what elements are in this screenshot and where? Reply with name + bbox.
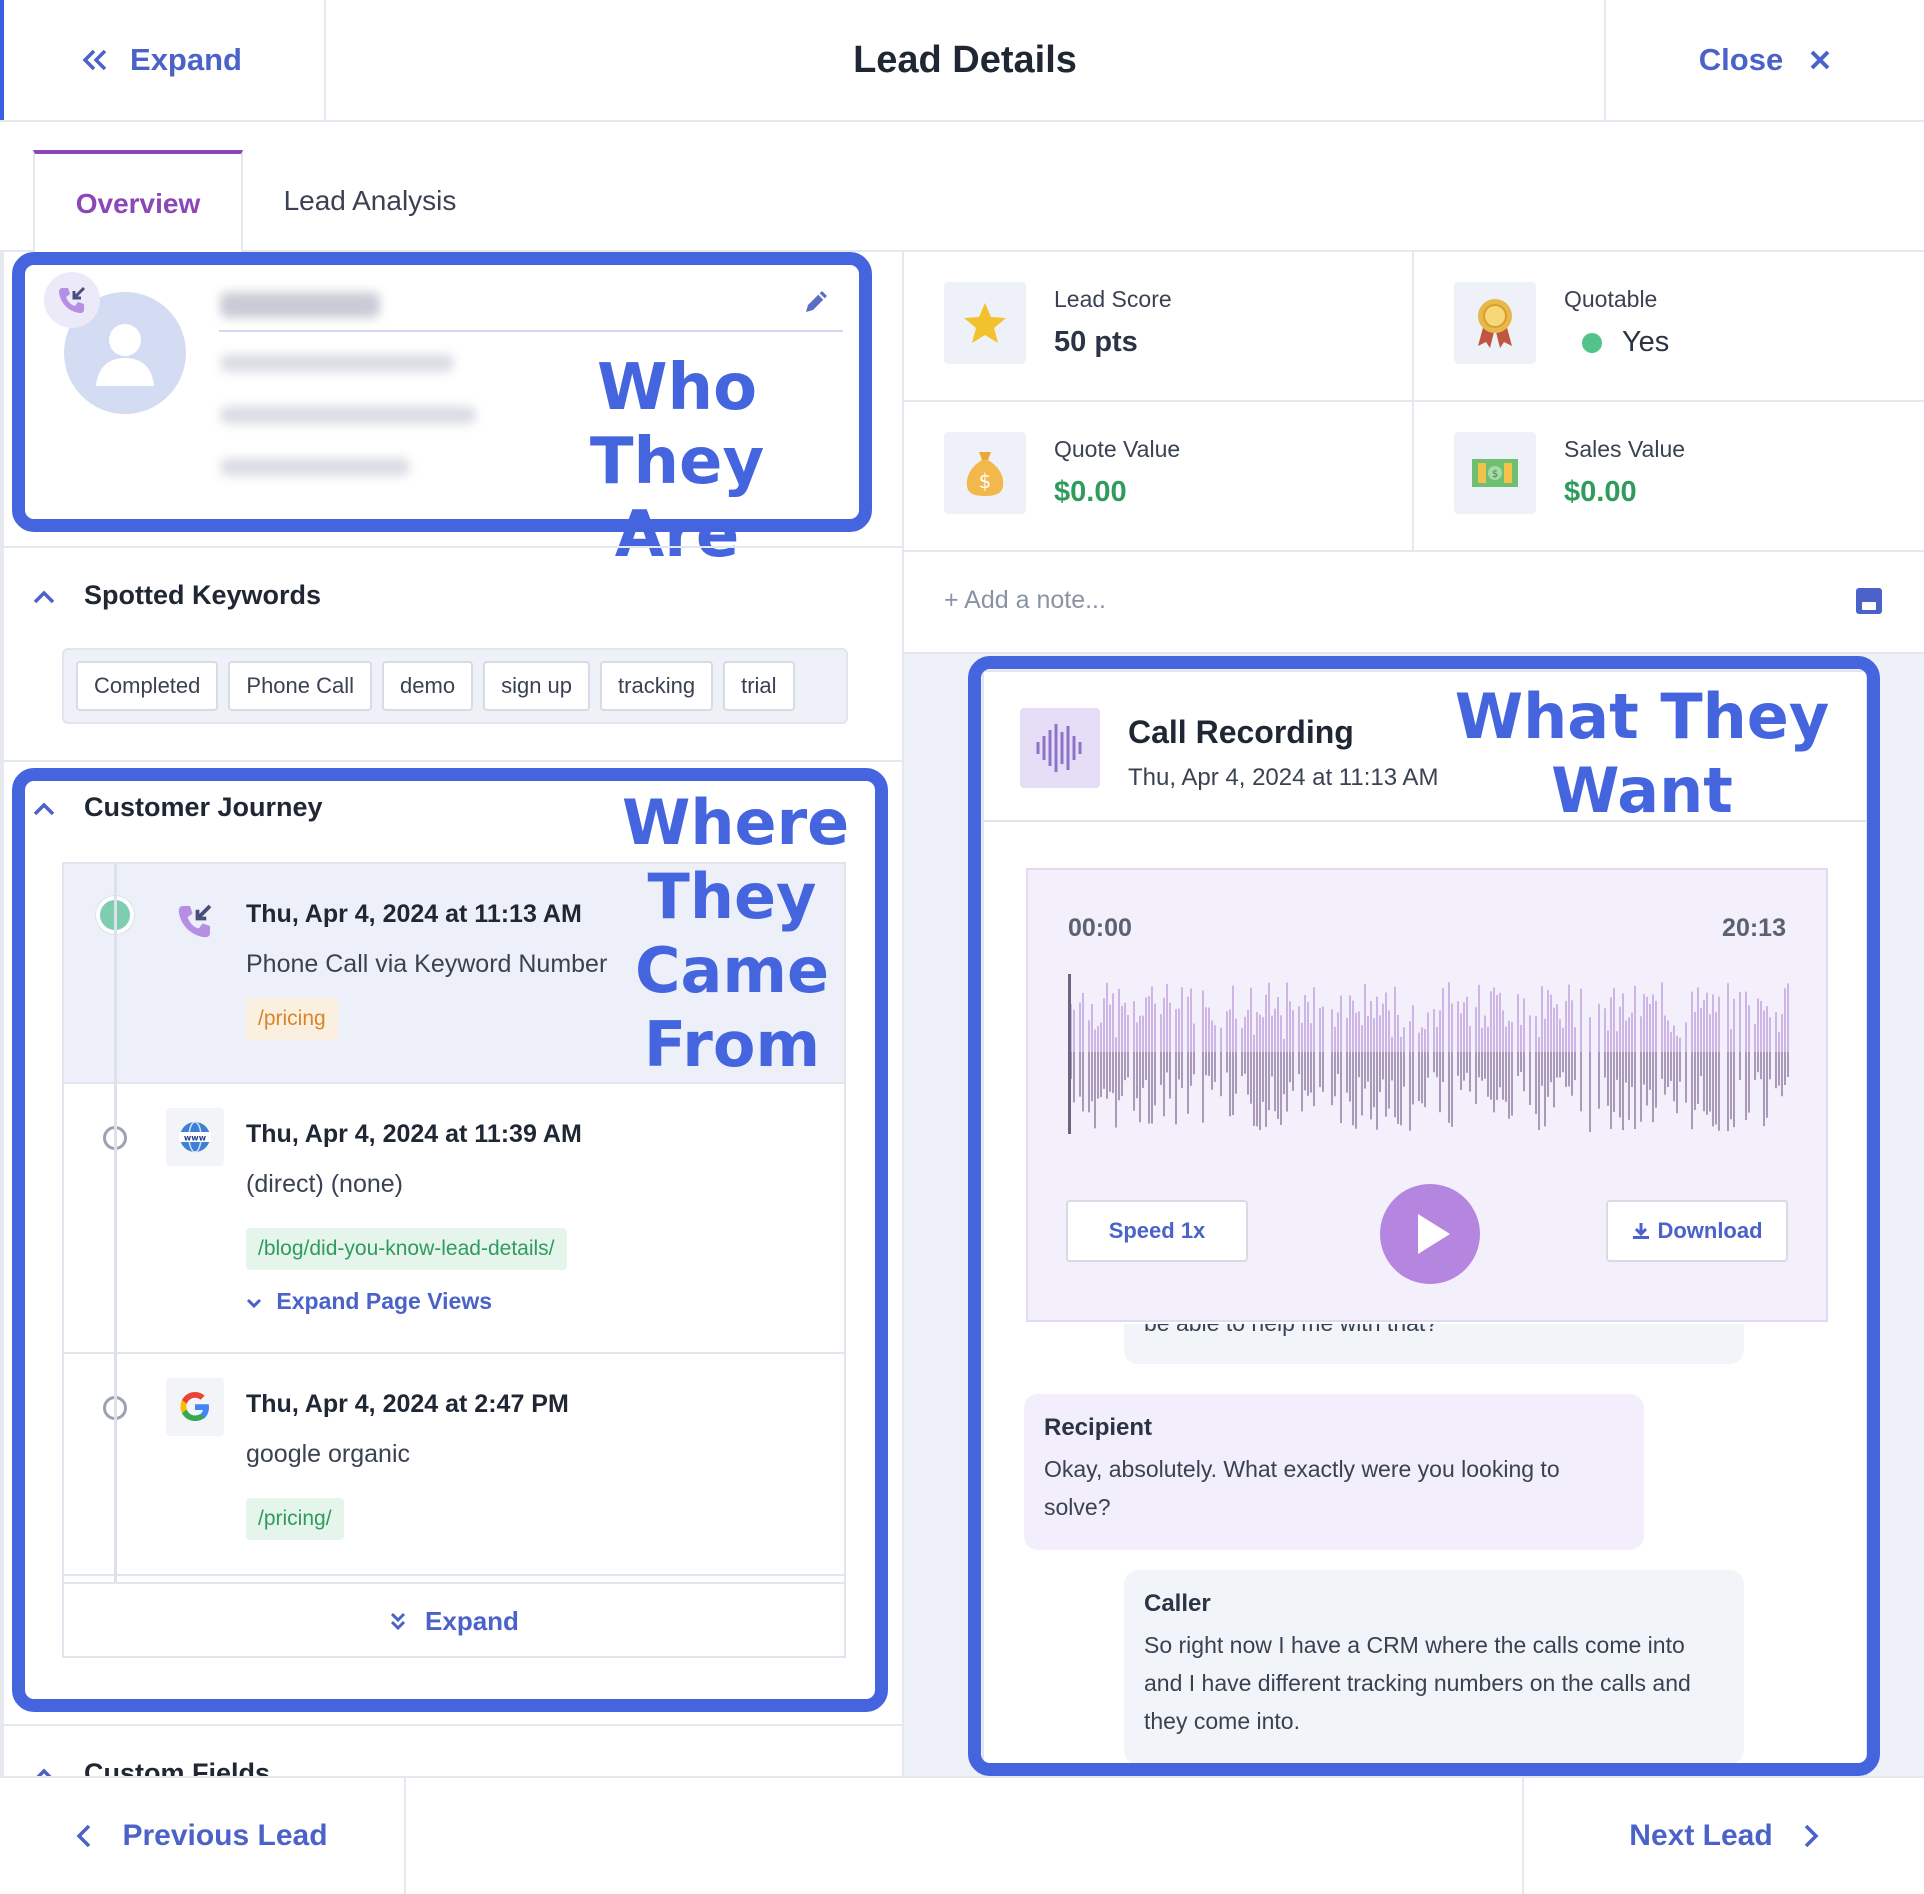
annotation-what-they-want: What They Want bbox=[1452, 680, 1832, 828]
spotted-keywords-title: Spotted Keywords bbox=[84, 580, 322, 610]
save-icon[interactable] bbox=[1856, 588, 1882, 614]
stat-value: $0.00 bbox=[1564, 476, 1637, 508]
chevron-up-icon bbox=[30, 1758, 58, 1776]
keyword-chip[interactable]: tracking bbox=[600, 661, 714, 711]
right-panel: Lead Score 50 pts Quotable Yes $ Quote V… bbox=[904, 252, 1924, 1776]
svg-text:$: $ bbox=[1492, 469, 1498, 480]
stat-value: $0.00 bbox=[1054, 476, 1127, 508]
next-lead-button[interactable]: Next Lead bbox=[1522, 1778, 1924, 1894]
tab-overview[interactable]: Overview bbox=[33, 150, 243, 254]
annotation-line: Want bbox=[1551, 754, 1733, 827]
star-icon bbox=[944, 282, 1026, 364]
stat-value-wrap: Yes bbox=[1582, 326, 1669, 359]
edge-divider bbox=[0, 252, 4, 1776]
double-chevron-left-icon bbox=[82, 49, 107, 71]
left-panel: Who They Are Spotted Keywords Completed … bbox=[0, 252, 904, 1776]
cash-icon: $ bbox=[1454, 432, 1536, 514]
chevron-right-icon bbox=[1804, 1824, 1819, 1848]
lead-stats: Lead Score 50 pts Quotable Yes $ Quote V… bbox=[904, 252, 1924, 552]
previous-lead-button[interactable]: Previous Lead bbox=[0, 1778, 406, 1894]
keyword-chip[interactable]: trial bbox=[723, 661, 795, 711]
stat-quotable[interactable]: Quotable Yes bbox=[1414, 252, 1924, 402]
stat-lead-score: Lead Score 50 pts bbox=[904, 252, 1414, 402]
keyword-chip[interactable]: Completed bbox=[76, 661, 219, 711]
close-icon bbox=[1810, 50, 1830, 70]
stat-quote-value: $ Quote Value $0.00 bbox=[904, 402, 1414, 552]
svg-text:$: $ bbox=[979, 469, 992, 493]
custom-fields-header[interactable]: Custom Fields bbox=[30, 1758, 270, 1776]
keyword-chip[interactable]: Phone Call bbox=[228, 661, 373, 711]
section-divider bbox=[0, 1724, 902, 1726]
next-lead-label: Next Lead bbox=[1629, 1819, 1773, 1852]
stat-label: Quote Value bbox=[1054, 436, 1181, 462]
annotation-line: From bbox=[643, 1008, 821, 1081]
header: Expand Lead Details Close bbox=[0, 0, 1924, 122]
footer-nav: Previous Lead Next Lead bbox=[0, 1776, 1924, 1894]
chevron-up-icon bbox=[30, 580, 58, 611]
stat-label: Quotable bbox=[1564, 286, 1658, 312]
section-divider bbox=[0, 546, 902, 548]
stat-sales-value: $ Sales Value $0.00 bbox=[1414, 402, 1924, 552]
stat-value: 50 pts bbox=[1054, 326, 1138, 358]
keyword-chip[interactable]: demo bbox=[382, 661, 474, 711]
keyword-list: Completed Phone Call demo sign up tracki… bbox=[62, 648, 848, 724]
previous-lead-label: Previous Lead bbox=[122, 1819, 328, 1852]
tab-lead-analysis[interactable]: Lead Analysis bbox=[260, 150, 480, 252]
annotation-line: Came bbox=[635, 934, 829, 1007]
close-label: Close bbox=[1698, 42, 1784, 77]
expand-label: Expand bbox=[130, 42, 242, 77]
money-bag-icon: $ bbox=[944, 432, 1026, 514]
annotation-line: Where bbox=[622, 786, 850, 859]
chevron-left-icon bbox=[76, 1824, 91, 1848]
quotable-value: Yes bbox=[1622, 326, 1670, 358]
add-note-input[interactable]: + Add a note... bbox=[944, 586, 1106, 615]
annotation-line: What They bbox=[1454, 680, 1830, 753]
annotation-line: They bbox=[647, 860, 817, 933]
annotation-line: Are bbox=[614, 498, 740, 573]
stat-label: Lead Score bbox=[1054, 286, 1172, 312]
section-divider bbox=[0, 760, 902, 762]
page-title: Lead Details bbox=[853, 38, 1077, 81]
annotation-where-they-came-from: Where They Came From bbox=[622, 786, 850, 1082]
annotation-line: Who They bbox=[589, 351, 765, 499]
stat-label: Sales Value bbox=[1564, 436, 1686, 462]
expand-button[interactable]: Expand bbox=[0, 0, 326, 120]
note-bar: + Add a note... bbox=[904, 552, 1924, 654]
award-ribbon-icon bbox=[1454, 282, 1536, 364]
status-dot-icon bbox=[1582, 333, 1602, 354]
close-button[interactable]: Close bbox=[1604, 0, 1924, 120]
annotation-who-they-are: Who They Are bbox=[512, 351, 842, 573]
custom-fields-title: Custom Fields bbox=[84, 1758, 271, 1776]
spotted-keywords-header[interactable]: Spotted Keywords bbox=[30, 580, 321, 611]
tab-bar: Overview Lead Analysis bbox=[0, 122, 1924, 254]
keyword-chip[interactable]: sign up bbox=[483, 661, 591, 711]
